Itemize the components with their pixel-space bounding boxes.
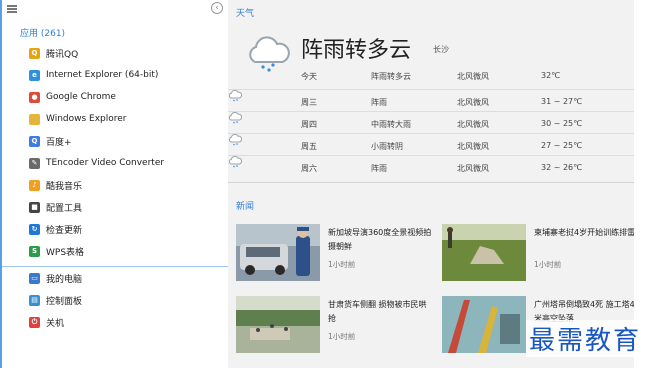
weather-city[interactable]: 长沙 — [433, 44, 449, 55]
app-label: 腾讯QQ — [46, 49, 79, 60]
folder-icon — [29, 113, 40, 125]
app-label: TEncoder Video Converter — [46, 158, 165, 168]
today-day: 今天 — [301, 72, 317, 81]
forecast-condition: 中雨转大雨 — [371, 120, 411, 129]
app-label: 检查更新 — [46, 225, 83, 236]
rain-cloud-small-icon — [228, 133, 243, 146]
app-list: Q 腾讯QQ e Internet Explorer (64-bit) ● Go… — [2, 42, 228, 262]
collapse-icon[interactable]: ‹ — [211, 2, 223, 14]
app-item-check-update[interactable]: ↻ 检查更新 — [2, 218, 228, 240]
config-tool-icon: ■ — [29, 201, 40, 213]
forecast-condition: 阵雨 — [371, 98, 387, 107]
forecast-day: 周六 — [301, 164, 317, 173]
forecast-wind: 北风微风 — [457, 98, 489, 107]
forecast-row: 周三 阵雨 北风微风 31 ~ 27℃ — [228, 89, 634, 111]
app-item-qq[interactable]: Q 腾讯QQ — [2, 42, 228, 64]
system-label: 关机 — [46, 318, 65, 329]
app-label: 配置工具 — [46, 203, 83, 214]
baidu-search-icon: Q — [29, 135, 40, 147]
app-item-kuwo-music[interactable]: ♪ 酷我音乐 — [2, 174, 228, 196]
news-photo-crane — [442, 296, 526, 353]
forecast-condition: 阵雨 — [371, 164, 387, 173]
app-label: 百度+ — [46, 137, 72, 148]
forecast-day: 周四 — [301, 120, 317, 129]
weather-section-label: 天气 — [236, 9, 255, 19]
rain-cloud-icon — [249, 36, 290, 72]
rain-cloud-small-icon — [228, 155, 243, 168]
forecast-wind: 北风微风 — [457, 120, 489, 129]
today-temperature: 32℃ — [541, 71, 561, 80]
app-item-internet-explorer[interactable]: e Internet Explorer (64-bit) — [2, 64, 228, 86]
app-item-tencoder[interactable]: ✎ TEncoder Video Converter — [2, 152, 228, 174]
forecast-day: 周五 — [301, 142, 317, 151]
weather-condition: 阵雨转多云 — [301, 38, 412, 63]
chrome-icon: ● — [29, 91, 40, 103]
app-label: Google Chrome — [46, 92, 116, 102]
computer-icon: ▭ — [29, 272, 40, 284]
news-photo-truck — [236, 296, 320, 353]
news-photo-car — [236, 224, 320, 281]
kuwo-music-icon: ♪ — [29, 179, 40, 191]
news-time: 1小时前 — [534, 260, 562, 269]
today-condition: 阵雨转多云 — [371, 72, 411, 81]
news-title: 新加坡导演360度全景视频拍摄朝鲜 — [328, 228, 432, 251]
tencoder-icon: ✎ — [29, 157, 40, 169]
window-edge — [634, 0, 648, 368]
hamburger-icon[interactable] — [7, 5, 17, 13]
system-label: 我的电脑 — [46, 274, 83, 285]
news-title: 柬埔寨老挝4岁开始训练排雷 — [534, 228, 636, 237]
forecast-temperature: 32 ~ 26℃ — [541, 163, 583, 172]
news-item[interactable]: 新加坡导演360度全景视频拍摄朝鲜 1小时前 — [236, 224, 434, 286]
system-list: ▭ 我的电脑 ▤ 控制面板 ⏻ 关机 — [2, 267, 228, 333]
ie-icon: e — [29, 69, 40, 81]
app-item-baidu[interactable]: Q 百度+ — [2, 130, 228, 152]
forecast-row: 周六 阵雨 北风微风 32 ~ 26℃ — [228, 155, 634, 177]
news-time: 1小时前 — [328, 260, 356, 269]
power-icon: ⏻ — [29, 316, 40, 328]
app-label: Windows Explorer — [46, 114, 127, 124]
forecast-temperature: 31 ~ 27℃ — [541, 97, 583, 106]
forecast-condition: 小雨转阴 — [371, 142, 403, 151]
app-item-wps-sheet[interactable]: S WPS表格 — [2, 240, 228, 262]
wps-sheet-icon: S — [29, 245, 40, 257]
rain-cloud-small-icon — [228, 89, 243, 102]
news-photo-field — [442, 224, 526, 281]
forecast-list: 周三 阵雨 北风微风 31 ~ 27℃ 周四 中雨转大雨 北风微风 30 ~ 2… — [228, 89, 634, 177]
menu-top-bar: ‹ — [2, 0, 228, 20]
news-item[interactable]: 甘肃货车侧翻 损物被市民哄抢 1小时前 — [236, 296, 434, 358]
forecast-wind: 北风微风 — [457, 164, 489, 173]
system-label: 控制面板 — [46, 296, 83, 307]
start-menu: ‹ 应用 (261) Q 腾讯QQ e Internet Explorer (6… — [0, 0, 228, 368]
live-tiles-panel: 天气 阵雨转多云 长沙 今天 阵雨转多云 北风微风 32℃ 周三 阵雨 北风微风… — [228, 0, 640, 368]
app-item-windows-explorer[interactable]: Windows Explorer — [2, 108, 228, 130]
today-wind: 北风微风 — [457, 72, 489, 81]
app-item-config-tool[interactable]: ■ 配置工具 — [2, 196, 228, 218]
forecast-row: 周五 小雨转阴 北风微风 27 ~ 25℃ — [228, 133, 634, 155]
app-label: WPS表格 — [46, 247, 85, 258]
watermark: 最需教育 — [526, 320, 645, 357]
system-item-my-computer[interactable]: ▭ 我的电脑 — [2, 267, 228, 289]
section-divider — [228, 182, 634, 183]
apps-header[interactable]: 应用 (261) — [20, 26, 65, 39]
forecast-temperature: 27 ~ 25℃ — [541, 141, 583, 150]
forecast-wind: 北风微风 — [457, 142, 489, 151]
system-item-power[interactable]: ⏻ 关机 — [2, 311, 228, 333]
news-title: 甘肃货车侧翻 损物被市民哄抢 — [328, 300, 427, 323]
rain-cloud-small-icon — [228, 111, 243, 124]
app-item-google-chrome[interactable]: ● Google Chrome — [2, 86, 228, 108]
qq-icon: Q — [29, 47, 40, 59]
news-item[interactable]: 柬埔寨老挝4岁开始训练排雷 1小时前 — [442, 224, 640, 286]
app-label: Internet Explorer (64-bit) — [46, 70, 159, 80]
news-time: 1小时前 — [328, 332, 356, 341]
forecast-day: 周三 — [301, 98, 317, 107]
forecast-temperature: 30 ~ 25℃ — [541, 119, 583, 128]
forecast-row: 周四 中雨转大雨 北风微风 30 ~ 25℃ — [228, 111, 634, 133]
system-item-control-panel[interactable]: ▤ 控制面板 — [2, 289, 228, 311]
news-section-label: 新闻 — [236, 202, 255, 212]
app-label: 酷我音乐 — [46, 181, 83, 192]
update-icon: ↻ — [29, 223, 40, 235]
control-panel-icon: ▤ — [29, 294, 40, 306]
